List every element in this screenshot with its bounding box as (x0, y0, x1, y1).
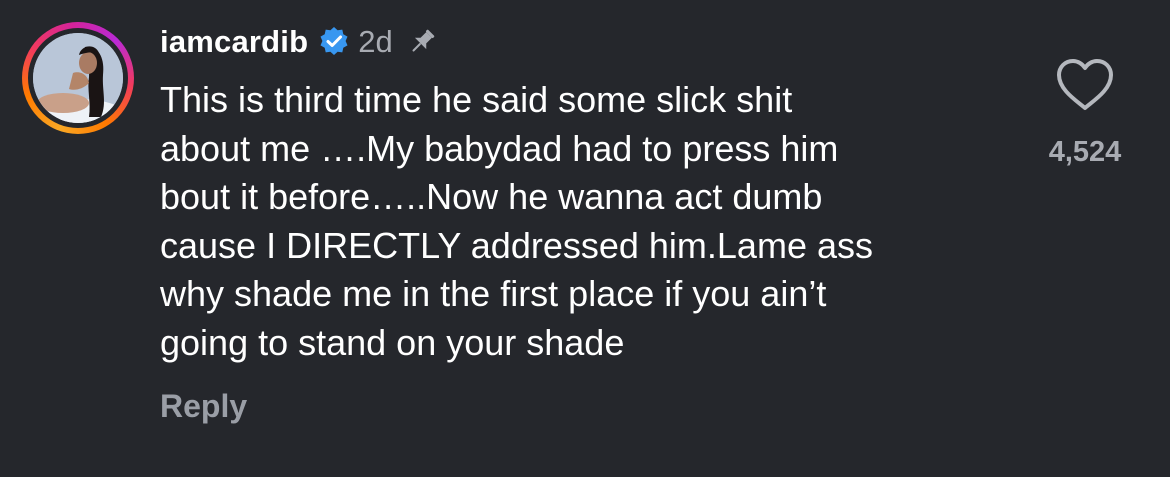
story-ring[interactable] (22, 22, 134, 134)
comment-text-line: why shade me in the first place if you a… (160, 273, 827, 314)
comment-text-line: about me ….My babydad had to press him (160, 127, 839, 169)
reply-button[interactable]: Reply (160, 388, 247, 425)
comment-text-line: bout it before…..Now he wanna act dumb (160, 176, 823, 217)
pin-icon (405, 25, 439, 59)
avatar[interactable] (33, 33, 123, 123)
avatar-image (33, 33, 123, 123)
like-count: 4,524 (1048, 136, 1122, 168)
username-link[interactable]: iamcardib (160, 24, 308, 60)
comment-text-line: This is third time he said some slick sh… (160, 79, 793, 120)
comment-text-line: cause I DIRECTLY addressed him.Lame ass (160, 224, 873, 266)
comment-text: This is third time he said some slick sh… (160, 76, 1000, 367)
comment-header: iamcardib 2d (160, 22, 439, 62)
like-button[interactable] (1055, 58, 1115, 112)
verified-badge-icon (318, 26, 350, 58)
comment-item: iamcardib 2d This is third time he said … (0, 0, 1170, 477)
comment-timestamp: 2d (358, 24, 393, 59)
comment-text-line: going to stand on your shade (160, 321, 625, 363)
heart-icon (1057, 59, 1113, 110)
avatar-gap (28, 28, 128, 128)
